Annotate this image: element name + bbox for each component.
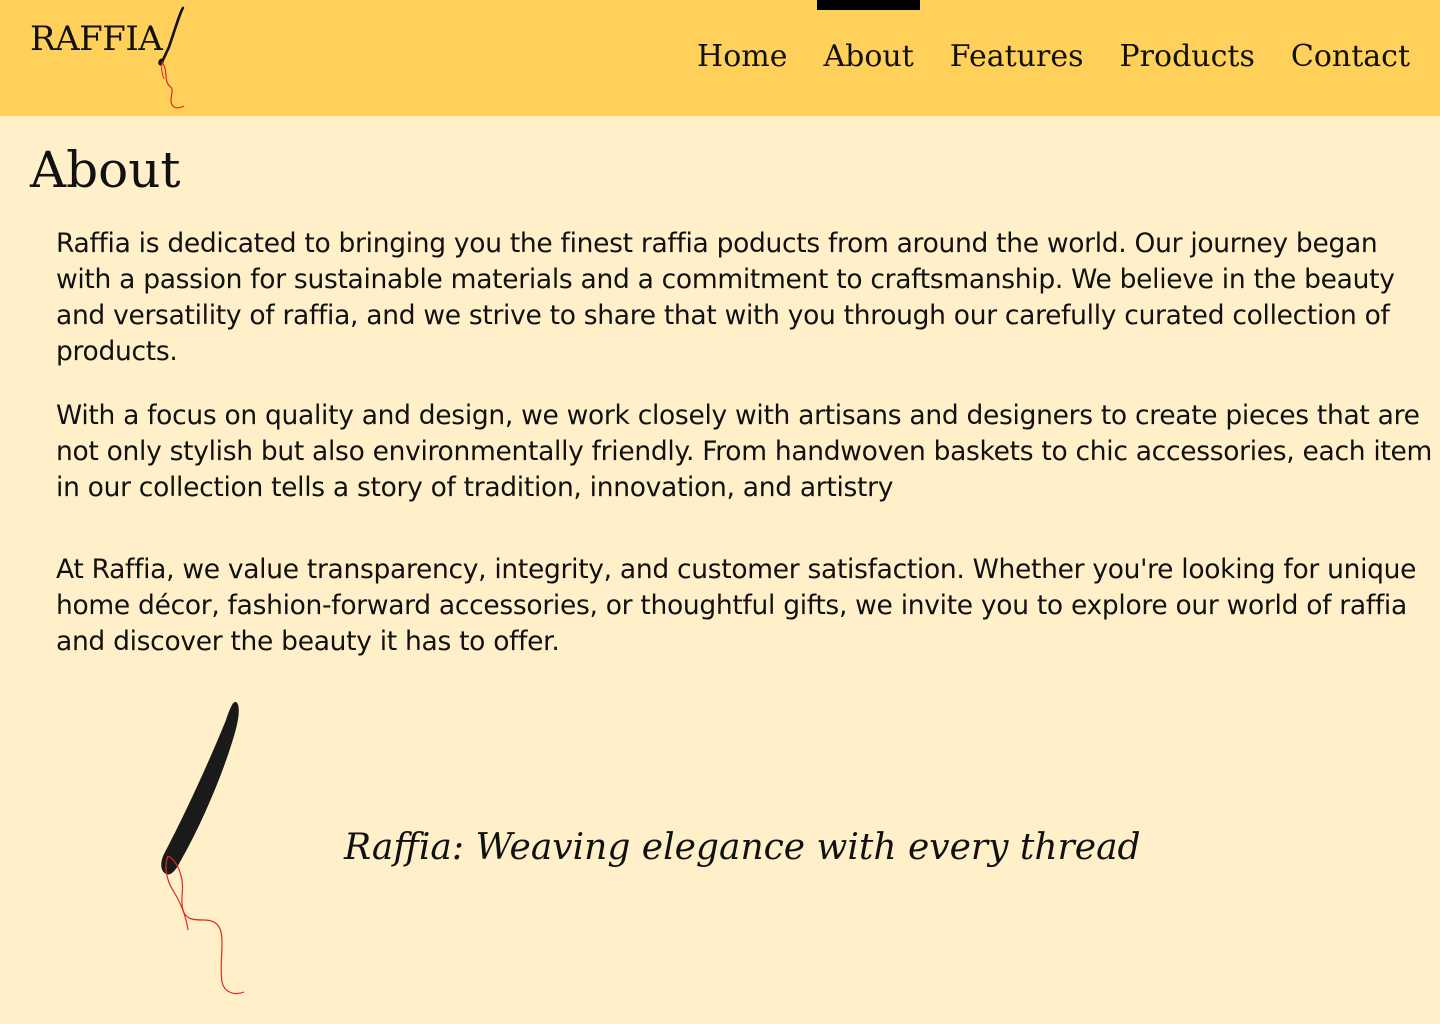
nav-features[interactable]: Features (944, 0, 1090, 72)
about-paragraph-2: With a focus on quality and design, we w… (56, 400, 1433, 503)
needle-thread-icon (161, 701, 245, 995)
nav-contact[interactable]: Contact (1285, 0, 1416, 72)
page-title: About (30, 141, 181, 199)
main-nav: Home About Features Products Contact (667, 0, 1416, 116)
nav-home[interactable]: Home (691, 0, 793, 72)
logo[interactable]: RAFFIA (30, 4, 200, 112)
nav-about[interactable]: About (817, 0, 921, 72)
about-paragraph-3: At Raffia, we value transparency, integr… (56, 554, 1417, 657)
nav-products[interactable]: Products (1113, 0, 1260, 72)
needle-thread-icon (158, 6, 185, 109)
site-header: RAFFIA Home About Features Products Cont… (0, 0, 1440, 116)
about-paragraph-1: Raffia is dedicated to bringing you the … (56, 228, 1395, 367)
tagline: Raffia: Weaving elegance with every thre… (344, 827, 1141, 868)
about-content: Raffia is dedicated to bringing you the … (56, 226, 1436, 660)
